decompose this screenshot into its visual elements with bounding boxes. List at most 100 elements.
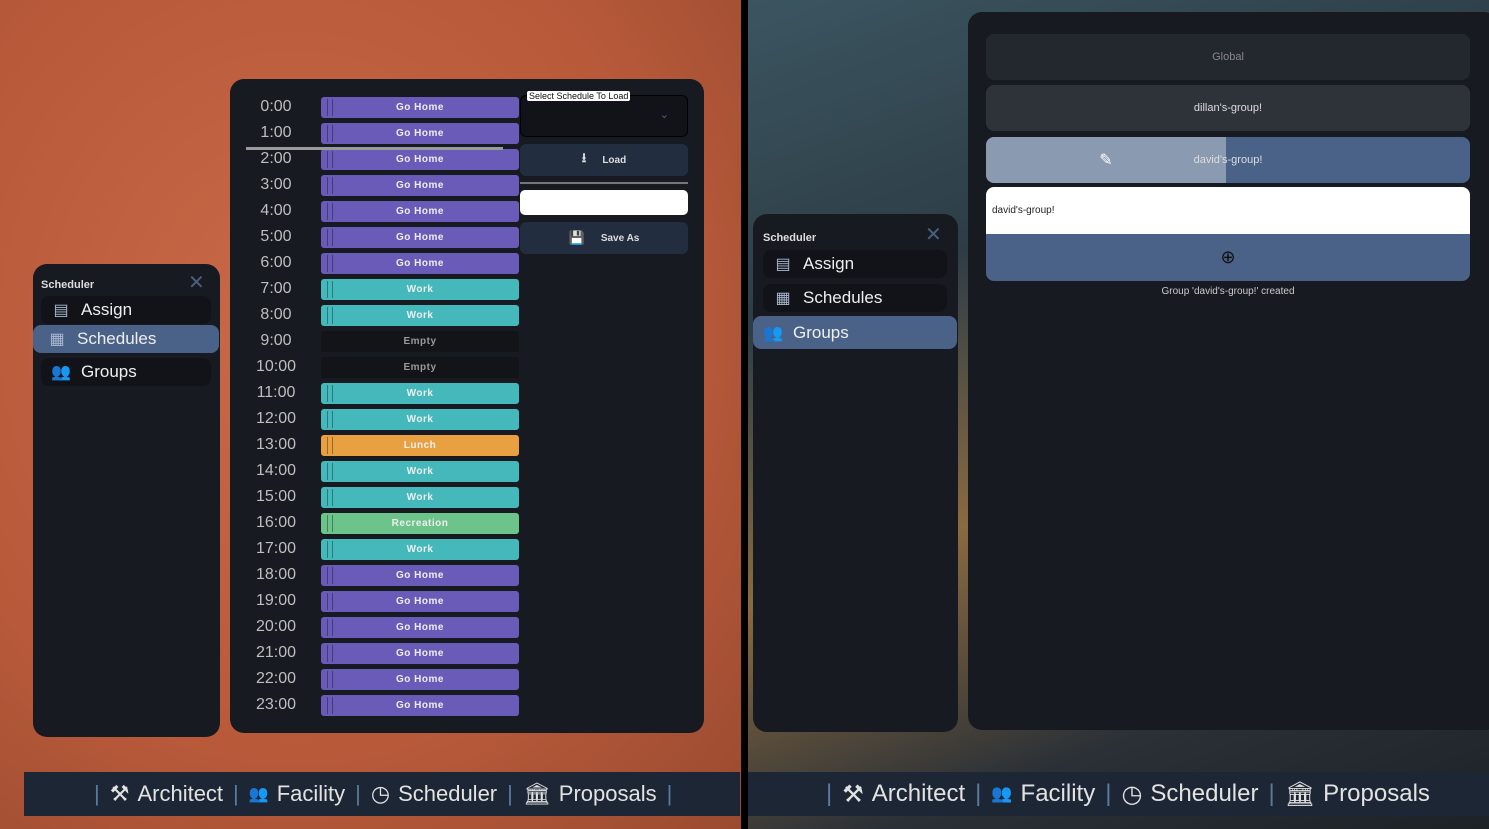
drag-handle-icon[interactable] bbox=[327, 228, 333, 246]
activity-label: Go Home bbox=[396, 231, 444, 243]
activity-block[interactable]: Work bbox=[321, 304, 519, 326]
activity-block[interactable]: Work bbox=[321, 382, 519, 404]
drag-handle-icon[interactable] bbox=[327, 670, 333, 688]
drag-handle-icon[interactable] bbox=[327, 436, 333, 454]
current-time-indicator bbox=[246, 147, 503, 150]
activity-block[interactable]: Empty bbox=[321, 330, 519, 352]
drag-handle-icon[interactable] bbox=[327, 696, 333, 714]
group-davids-group[interactable]: ✎ david's-group! bbox=[986, 137, 1470, 183]
activity-block[interactable]: Go Home bbox=[321, 148, 519, 170]
drag-handle-icon[interactable] bbox=[327, 592, 333, 610]
sidebar-item-assign[interactable]: ▤ Assign bbox=[763, 250, 947, 278]
activity-label: Empty bbox=[403, 361, 437, 373]
drag-handle-icon[interactable] bbox=[327, 566, 333, 584]
activity-block[interactable]: Lunch bbox=[321, 434, 519, 456]
groups-panel: Global dillan's-group! ✎ david's-group! … bbox=[968, 12, 1489, 730]
activity-block[interactable]: Go Home bbox=[321, 226, 519, 248]
schedule-row: 23:00 Go Home bbox=[246, 694, 519, 716]
drag-handle-icon[interactable] bbox=[327, 514, 333, 532]
time-label: 11:00 bbox=[256, 384, 296, 401]
activity-block[interactable]: Go Home bbox=[321, 122, 519, 144]
drag-handle-icon[interactable] bbox=[327, 540, 333, 558]
save-as-button[interactable]: 💾 Save As bbox=[520, 222, 688, 254]
tab-proposals[interactable]: 🏛 Proposals bbox=[523, 781, 657, 807]
chevron-down-icon: ⌄ bbox=[659, 109, 669, 121]
time-label: 21:00 bbox=[255, 644, 297, 661]
sidebar-item-groups[interactable]: 👥 Groups bbox=[41, 358, 211, 386]
tab-architect[interactable]: ⚒ Architect bbox=[110, 781, 223, 807]
label: Proposals bbox=[558, 781, 657, 806]
activity-block[interactable]: Work bbox=[321, 278, 519, 300]
activity-label: Go Home bbox=[396, 127, 444, 139]
activity-block[interactable]: Work bbox=[321, 538, 519, 560]
drag-handle-icon[interactable] bbox=[327, 176, 333, 194]
activity-block[interactable]: Go Home bbox=[321, 174, 519, 196]
time-label: 19:00 bbox=[255, 592, 297, 609]
activity-label: Work bbox=[406, 543, 434, 555]
activity-block[interactable]: Go Home bbox=[321, 642, 519, 664]
drag-handle-icon[interactable] bbox=[327, 150, 333, 168]
activity-block[interactable]: Go Home bbox=[321, 200, 519, 222]
clipboard-icon: ▤ bbox=[775, 256, 791, 273]
activity-block[interactable]: Go Home bbox=[321, 668, 519, 690]
activity-block[interactable]: Work bbox=[321, 486, 519, 508]
drag-handle-icon[interactable] bbox=[327, 644, 333, 662]
tab-facility[interactable]: 👥 Facility bbox=[991, 780, 1095, 808]
tab-facility[interactable]: 👥 Facility bbox=[249, 781, 345, 807]
drag-handle-icon[interactable] bbox=[327, 488, 333, 506]
drag-handle-icon[interactable] bbox=[327, 384, 333, 402]
drag-handle-icon[interactable] bbox=[327, 462, 333, 480]
group-global[interactable]: Global bbox=[986, 34, 1470, 80]
left-view: Scheduler ✕ ▤ Assign ▦ Schedules 👥 Groups 0… bbox=[0, 0, 741, 829]
drag-handle-icon[interactable] bbox=[327, 202, 333, 220]
drag-handle-icon[interactable] bbox=[327, 98, 333, 116]
sidebar-item-schedules[interactable]: ▦ Schedules bbox=[763, 284, 947, 312]
add-group-button[interactable]: ⊕ bbox=[986, 234, 1470, 281]
sidebar-item-groups[interactable]: 👥 Groups bbox=[753, 316, 957, 349]
drag-handle-icon[interactable] bbox=[327, 410, 333, 428]
status-message: Group 'david's-group!' created bbox=[1161, 286, 1295, 297]
schedule-row: 17:00 Work bbox=[246, 538, 519, 560]
schedule-select[interactable]: Select Schedule To Load ⌄ bbox=[520, 91, 688, 137]
close-icon[interactable]: ✕ bbox=[925, 222, 942, 247]
activity-block[interactable]: Empty bbox=[321, 356, 519, 378]
activity-block[interactable]: Go Home bbox=[321, 252, 519, 274]
time-label: 0:00 bbox=[260, 98, 292, 115]
activity-block[interactable]: Work bbox=[321, 408, 519, 430]
activity-block[interactable]: Go Home bbox=[321, 564, 519, 586]
drag-handle-icon[interactable] bbox=[327, 280, 333, 298]
drag-handle-icon[interactable] bbox=[327, 124, 333, 142]
activity-block[interactable]: Go Home bbox=[321, 96, 519, 118]
schedule-row: 15:00 Work bbox=[246, 486, 519, 508]
drag-handle-icon[interactable] bbox=[327, 306, 333, 324]
schedule-row: 2:00 Go Home bbox=[246, 148, 519, 170]
schedule-row: 3:00 Go Home bbox=[246, 174, 519, 196]
tab-architect[interactable]: ⚒ Architect bbox=[842, 780, 965, 809]
people-icon: 👥 bbox=[51, 364, 71, 381]
activity-block[interactable]: Go Home bbox=[321, 590, 519, 612]
activity-block[interactable]: Recreation bbox=[321, 512, 519, 534]
tab-scheduler[interactable]: ◷ Scheduler bbox=[371, 781, 497, 807]
sidebar-item-assign[interactable]: ▤ Assign bbox=[41, 296, 211, 324]
time-label: 20:00 bbox=[255, 618, 297, 635]
group-name-input[interactable]: david's-group! bbox=[986, 187, 1470, 234]
label: Architect bbox=[871, 780, 966, 807]
clipboard-icon: ▤ bbox=[53, 302, 69, 319]
tab-scheduler[interactable]: ◷ Scheduler bbox=[1121, 780, 1258, 809]
drag-handle-icon[interactable] bbox=[327, 254, 333, 272]
activity-block[interactable]: Go Home bbox=[321, 694, 519, 716]
tab-proposals[interactable]: 🏛 Proposals bbox=[1285, 780, 1430, 809]
schedule-name-input[interactable] bbox=[520, 190, 688, 215]
schedule-row: 14:00 Work bbox=[246, 460, 519, 482]
activity-block[interactable]: Go Home bbox=[321, 616, 519, 638]
edit-group-button[interactable]: ✎ bbox=[986, 137, 1226, 183]
group-dillans-group[interactable]: dillan's-group! bbox=[986, 85, 1470, 131]
drag-handle-icon[interactable] bbox=[327, 618, 333, 636]
activity-block[interactable]: Work bbox=[321, 460, 519, 482]
label: Global bbox=[1212, 51, 1244, 63]
load-button[interactable]: ⭳ Load bbox=[520, 144, 688, 176]
sidebar-item-schedules[interactable]: ▦ Schedules bbox=[33, 325, 219, 353]
people-icon: 👥 bbox=[248, 786, 269, 803]
close-icon[interactable]: ✕ bbox=[188, 270, 205, 295]
time-label: 7:00 bbox=[260, 280, 292, 297]
